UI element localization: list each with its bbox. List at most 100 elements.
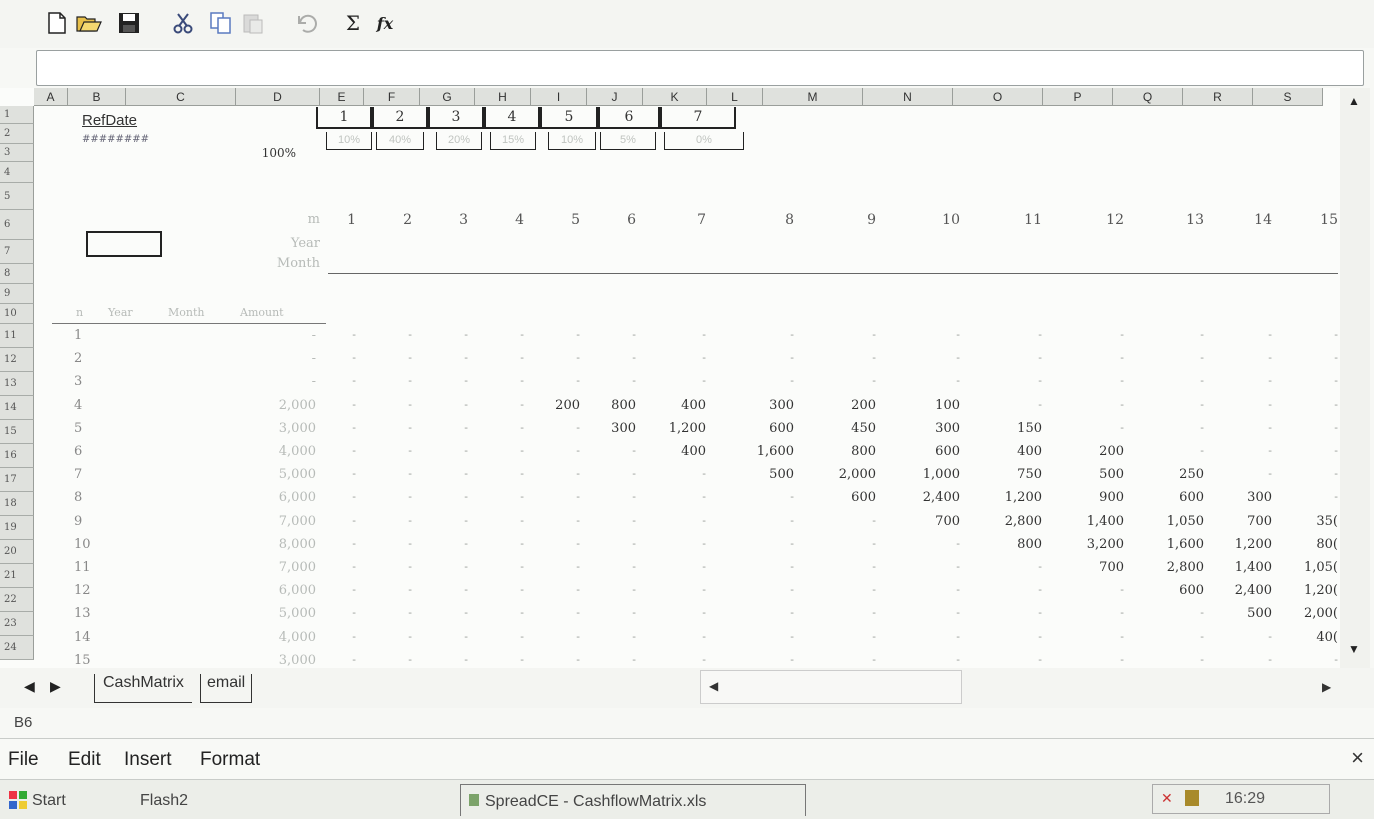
selected-cell[interactable]: [86, 231, 162, 257]
tab-next-icon[interactable]: ▶: [50, 678, 61, 695]
menu-format[interactable]: Format: [200, 749, 260, 771]
start-button[interactable]: Start: [32, 792, 66, 810]
period-box[interactable]: 3: [428, 107, 484, 129]
column-header[interactable]: H: [475, 88, 531, 106]
column-header[interactable]: Q: [1113, 88, 1183, 106]
column-header[interactable]: K: [643, 88, 707, 106]
menu-edit[interactable]: Edit: [68, 749, 101, 771]
column-header[interactable]: E: [320, 88, 364, 106]
column-header[interactable]: M: [763, 88, 863, 106]
menu-insert[interactable]: Insert: [124, 749, 172, 771]
row-header[interactable]: 6: [0, 210, 34, 240]
pct-box[interactable]: 10%: [548, 132, 596, 150]
row-header[interactable]: 23: [0, 612, 34, 636]
menu-file[interactable]: File: [8, 749, 39, 771]
column-header[interactable]: N: [863, 88, 953, 106]
column-header[interactable]: I: [531, 88, 587, 106]
spreadsheet-grid[interactable]: A B C D E F G H I J K L M N O P Q R S 1 2 3 4 5 6 7 8 9 10 11 12 13 14 15…: [0, 88, 1340, 668]
column-header[interactable]: L: [707, 88, 763, 106]
tab-cashmatrix[interactable]: CashMatrix: [94, 674, 192, 703]
autosum-icon[interactable]: Σ: [340, 10, 366, 36]
scroll-up-icon[interactable]: ▲: [1348, 94, 1360, 108]
row-header[interactable]: 22: [0, 588, 34, 612]
row-header[interactable]: 15: [0, 420, 34, 444]
column-header[interactable]: F: [364, 88, 420, 106]
column-header[interactable]: P: [1043, 88, 1113, 106]
matrix-cell: 400: [681, 444, 706, 459]
scroll-left-icon[interactable]: ◀: [709, 679, 718, 693]
pct-box[interactable]: 15%: [490, 132, 536, 150]
row-header[interactable]: 19: [0, 516, 34, 540]
row-header[interactable]: 5: [0, 183, 34, 210]
matrix-cell: -: [1120, 583, 1124, 597]
column-header[interactable]: O: [953, 88, 1043, 106]
open-icon[interactable]: [76, 10, 102, 36]
battery-icon[interactable]: [1185, 790, 1199, 806]
row-header[interactable]: 9: [0, 284, 34, 304]
system-tray: ✕ 16:29: [1152, 784, 1330, 814]
row-header[interactable]: 17: [0, 468, 34, 492]
period-box[interactable]: 1: [316, 107, 372, 129]
save-icon[interactable]: [116, 10, 142, 36]
column-header[interactable]: S: [1253, 88, 1323, 106]
row-header[interactable]: 10: [0, 304, 34, 324]
column-header[interactable]: D: [236, 88, 320, 106]
close-icon[interactable]: ×: [1351, 745, 1364, 771]
taskbar-item-flash2[interactable]: Flash2: [140, 792, 188, 810]
column-header[interactable]: A: [34, 88, 68, 106]
timeline-header: 7: [697, 212, 706, 228]
row-header[interactable]: 2: [0, 124, 34, 144]
period-box[interactable]: 7: [660, 107, 736, 129]
paste-icon[interactable]: [240, 10, 266, 36]
row-header[interactable]: 3: [0, 144, 34, 162]
pct-box[interactable]: 5%: [600, 132, 656, 150]
row-header[interactable]: 4: [0, 162, 34, 183]
horizontal-scrollbar[interactable]: ◀: [700, 670, 962, 704]
row-header[interactable]: 7: [0, 240, 34, 264]
column-header[interactable]: R: [1183, 88, 1253, 106]
tab-email[interactable]: email: [200, 674, 253, 703]
row-header[interactable]: 24: [0, 636, 34, 660]
matrix-cell: -: [1334, 467, 1338, 481]
period-box[interactable]: 4: [484, 107, 540, 129]
new-icon[interactable]: [44, 10, 70, 36]
matrix-cell: -: [408, 629, 412, 643]
network-icon[interactable]: ✕: [1161, 790, 1173, 807]
copy-icon[interactable]: [208, 10, 234, 36]
pct-box[interactable]: 20%: [436, 132, 482, 150]
matrix-cell: 800: [611, 397, 636, 413]
matrix-cell: -: [352, 583, 356, 597]
undo-icon[interactable]: [294, 10, 320, 36]
tab-prev-icon[interactable]: ◀: [24, 678, 35, 695]
matrix-cell: -: [872, 606, 876, 620]
timeline-header: 15: [1320, 212, 1338, 228]
pct-box[interactable]: 40%: [376, 132, 424, 150]
column-header[interactable]: B: [68, 88, 126, 106]
taskbar-item-spreadce[interactable]: SpreadCE - CashflowMatrix.xls: [460, 784, 806, 816]
row-header[interactable]: 16: [0, 444, 34, 468]
scroll-right-icon[interactable]: ▶: [1322, 680, 1331, 694]
period-box[interactable]: 2: [372, 107, 428, 129]
period-box[interactable]: 5: [540, 107, 598, 129]
row-header[interactable]: 11: [0, 324, 34, 348]
column-header[interactable]: C: [126, 88, 236, 106]
row-header[interactable]: 18: [0, 492, 34, 516]
row-header[interactable]: 12: [0, 348, 34, 372]
cut-icon[interactable]: [170, 10, 196, 36]
column-header[interactable]: J: [587, 88, 643, 106]
row-header[interactable]: 20: [0, 540, 34, 564]
timeline-header: 6: [627, 212, 636, 228]
row-header[interactable]: 8: [0, 264, 34, 284]
vertical-scrollbar[interactable]: ▲ ▼: [1340, 88, 1370, 668]
formula-bar[interactable]: [36, 50, 1364, 86]
scroll-down-icon[interactable]: ▼: [1348, 642, 1360, 656]
pct-box[interactable]: 0%: [664, 132, 744, 150]
function-icon[interactable]: fx: [372, 10, 398, 36]
column-header[interactable]: G: [420, 88, 475, 106]
row-header[interactable]: 13: [0, 372, 34, 396]
row-header[interactable]: 14: [0, 396, 34, 420]
row-header[interactable]: 1: [0, 106, 34, 124]
pct-box[interactable]: 10%: [326, 132, 372, 150]
period-box[interactable]: 6: [598, 107, 660, 129]
row-header[interactable]: 21: [0, 564, 34, 588]
